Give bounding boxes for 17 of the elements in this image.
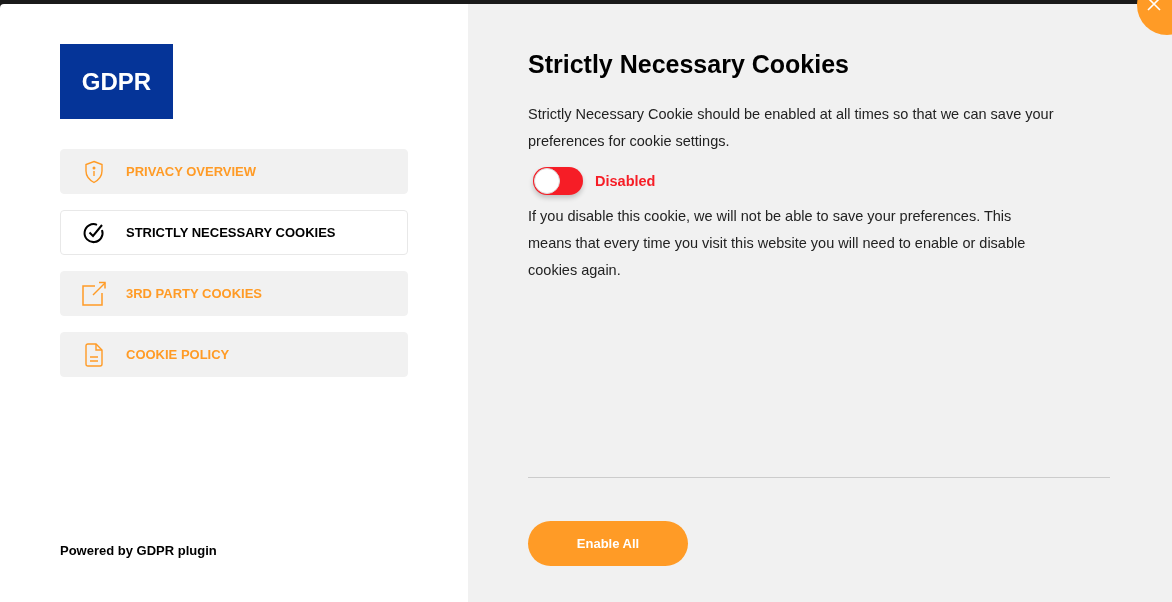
gdpr-logo: GDPR <box>60 44 173 119</box>
toggle-switch[interactable] <box>533 167 583 195</box>
description-text: Strictly Necessary Cookie should be enabled at all times so that we can save your preferences for cookie settings. <box>528 105 1055 151</box>
close-icon <box>1147 0 1161 11</box>
toggle-status: Disabled <box>595 173 656 189</box>
nav-tab[interactable]: PRIVACY OVERVIEW <box>60 149 408 194</box>
section-title: Strictly Necessary Cookies <box>528 50 850 79</box>
powered-by-text: Powered by GDPR plugin <box>60 543 218 558</box>
enable-all-button[interactable]: Enable All <box>528 521 688 566</box>
shield-info-icon <box>83 159 104 184</box>
nav-tab[interactable]: STRICTLY NECESSARY COOKIES <box>60 210 408 255</box>
external-link-icon <box>81 281 106 306</box>
check-circle-icon <box>81 220 106 245</box>
nav-tab[interactable]: COOKIE POLICY <box>60 332 408 377</box>
nav-tab[interactable]: 3RD PARTY COOKIES <box>60 271 408 316</box>
warning-text: If you disable this cookie, we will not be able to save your preferences. This means that every time you visit this website you will need to enable or disable cookies again. <box>528 207 1027 280</box>
document-icon <box>84 342 103 367</box>
